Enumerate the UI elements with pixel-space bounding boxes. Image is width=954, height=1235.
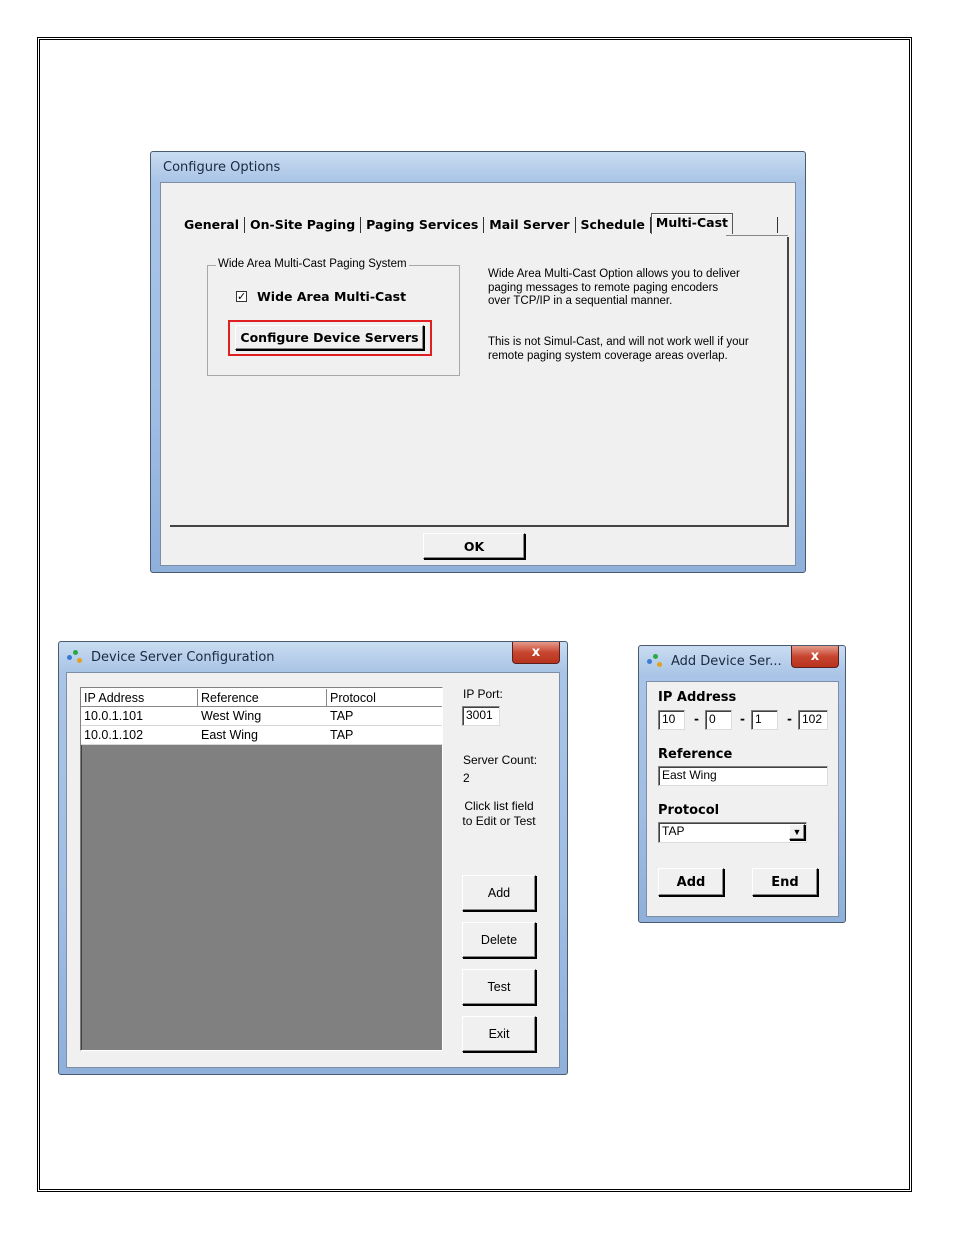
window-title: Device Server Configuration — [91, 649, 275, 665]
tab-blank — [733, 217, 779, 233]
chevron-down-icon[interactable]: ▼ — [789, 824, 805, 840]
column-protocol[interactable]: Protocol — [327, 689, 442, 707]
group-title: Wide Area Multi-Cast Paging System — [216, 258, 409, 270]
end-label: End — [771, 874, 799, 890]
tab-strip: General On-Site Paging Paging Services M… — [179, 212, 779, 235]
configure-options-window: Configure Options General On-Site Paging… — [150, 151, 806, 573]
device-server-list[interactable]: IP Address Reference Protocol 10.0.1.101… — [80, 687, 443, 1051]
ip-port-input[interactable]: 3001 — [462, 706, 500, 726]
configure-device-servers-button[interactable]: Configure Device Servers — [235, 325, 424, 350]
multicast-checkbox[interactable]: ✓ Wide Area Multi-Cast — [236, 289, 406, 304]
cell-reference[interactable]: East Wing — [198, 728, 327, 742]
tab-schedule[interactable]: Schedule — [576, 217, 651, 233]
tab-multi-cast[interactable]: Multi-Cast — [650, 212, 734, 234]
ip-separator: - — [787, 712, 792, 726]
edit-hint: Click list field to Edit or Test — [462, 799, 536, 828]
ip-octet-3[interactable]: 1 — [751, 710, 778, 730]
device-server-config-window: Device Server Configuration x IP Address… — [58, 641, 568, 1075]
device-server-titlebar: Device Server Configuration — [59, 642, 567, 672]
add-label: Add — [487, 886, 511, 900]
reference-input[interactable]: East Wing — [658, 766, 828, 786]
configure-device-servers-label: Configure Device Servers — [240, 330, 419, 345]
end-button[interactable]: End — [752, 868, 818, 896]
close-button[interactable]: x — [791, 646, 839, 668]
add-button[interactable]: Add — [462, 875, 536, 911]
checkbox-label: Wide Area Multi-Cast — [257, 289, 407, 304]
test-label: Test — [487, 980, 511, 994]
multicast-description: Wide Area Multi-Cast Option allows you t… — [488, 268, 740, 307]
column-ip-address[interactable]: IP Address — [81, 688, 198, 707]
multicast-groupbox: Wide Area Multi-Cast Paging System ✓ Wid… — [207, 258, 460, 376]
window-title: Configure Options — [163, 159, 281, 175]
add-device-client: IP Address 10 - 0 - 1 - 102 Reference Ea… — [646, 681, 839, 917]
cell-ip[interactable]: 10.0.1.102 — [81, 728, 198, 742]
close-button[interactable]: x — [512, 642, 560, 664]
network-app-icon — [67, 650, 83, 664]
close-icon: x — [531, 645, 541, 660]
device-server-client: IP Address Reference Protocol 10.0.1.101… — [66, 672, 560, 1068]
tab-panel-top-border — [726, 235, 788, 236]
add-button[interactable]: Add — [658, 868, 724, 896]
protocol-value: TAP — [662, 824, 685, 838]
network-app-icon — [647, 654, 663, 668]
checkmark-icon[interactable]: ✓ — [236, 291, 247, 302]
cell-ip[interactable]: 10.0.1.101 — [81, 709, 198, 723]
ip-separator: - — [740, 712, 745, 726]
ip-address-label: IP Address — [658, 690, 737, 705]
protocol-label: Protocol — [658, 803, 720, 818]
close-icon: x — [810, 649, 820, 664]
ip-separator: - — [694, 712, 699, 726]
tab-general[interactable]: General — [179, 217, 245, 233]
tab-paging-services[interactable]: Paging Services — [361, 217, 485, 233]
window-title: Add Device Ser... — [671, 653, 782, 669]
configure-options-client: General On-Site Paging Paging Services M… — [160, 182, 796, 566]
protocol-select[interactable]: TAP ▼ — [658, 822, 807, 843]
tab-mail-server[interactable]: Mail Server — [484, 217, 576, 233]
tab-on-site-paging[interactable]: On-Site Paging — [245, 217, 362, 233]
exit-label: Exit — [488, 1027, 510, 1041]
list-header: IP Address Reference Protocol — [81, 688, 442, 707]
add-device-server-window: Add Device Ser... x IP Address 10 - 0 - … — [638, 645, 846, 923]
cell-protocol[interactable]: TAP — [327, 709, 442, 723]
delete-button[interactable]: Delete — [462, 922, 536, 958]
simulcast-warning: This is not Simul-Cast, and will not wor… — [488, 336, 749, 362]
column-reference[interactable]: Reference — [198, 688, 327, 707]
server-count-label: Server Count: — [463, 753, 538, 767]
ok-label: OK — [463, 538, 485, 554]
cell-reference[interactable]: West Wing — [198, 709, 327, 723]
delete-label: Delete — [480, 933, 518, 947]
ip-port-label: IP Port: — [463, 687, 503, 701]
configure-options-titlebar: Configure Options — [151, 152, 805, 182]
table-row[interactable]: 10.0.1.101 West Wing TAP — [81, 707, 442, 726]
ok-button[interactable]: OK — [423, 533, 525, 559]
table-row[interactable]: 10.0.1.102 East Wing TAP — [81, 726, 442, 745]
test-button[interactable]: Test — [462, 969, 536, 1005]
reference-label: Reference — [658, 747, 733, 762]
ip-octet-4[interactable]: 102 — [798, 710, 828, 730]
cell-protocol[interactable]: TAP — [327, 728, 442, 742]
server-count-value: 2 — [463, 771, 470, 785]
add-label: Add — [676, 874, 706, 890]
ip-octet-2[interactable]: 0 — [705, 710, 732, 730]
exit-button[interactable]: Exit — [462, 1016, 536, 1052]
ip-octet-1[interactable]: 10 — [658, 710, 685, 730]
